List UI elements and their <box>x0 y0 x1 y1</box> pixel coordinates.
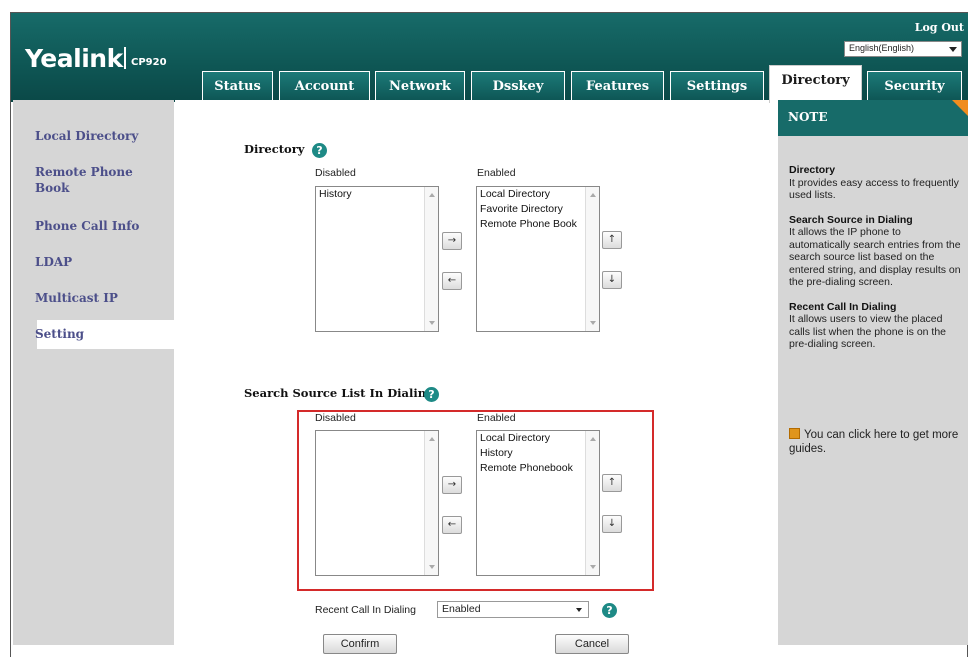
list-item[interactable]: History <box>477 446 583 461</box>
yealink-logo: Yealink <box>25 44 123 73</box>
logout-link[interactable]: Log Out <box>915 21 964 34</box>
tab-account[interactable]: Account <box>279 71 370 101</box>
directory-title: Directory <box>244 142 305 156</box>
scroll-up-icon <box>429 193 435 197</box>
guide-text: You can click here to get more guides. <box>789 429 959 455</box>
recent-call-select[interactable]: Enabled <box>437 601 589 618</box>
list-item[interactable]: History <box>316 187 422 202</box>
logo-separator <box>124 47 126 69</box>
main-content: Directory ? Disabled Enabled History → ←… <box>175 100 769 654</box>
scroll-up-icon <box>429 437 435 441</box>
note-body: Directory It provides easy access to fre… <box>789 164 961 363</box>
tab-security[interactable]: Security <box>867 71 962 101</box>
confirm-button[interactable]: Confirm <box>323 634 397 654</box>
scroll-down-icon <box>590 565 596 569</box>
help-icon[interactable]: ? <box>424 387 439 402</box>
note-panel: NOTE Directory It provides easy access t… <box>778 100 968 645</box>
directory-enabled-label: Enabled <box>477 167 516 179</box>
tab-directory[interactable]: Directory <box>769 65 862 103</box>
scrollbar[interactable] <box>424 431 438 575</box>
note-section-title: Directory <box>789 164 836 176</box>
directory-disabled-label: Disabled <box>315 167 356 179</box>
sidebar: Local Directory Remote Phone Book Phone … <box>13 100 188 645</box>
sidebar-item-ldap[interactable]: LDAP <box>35 254 72 270</box>
note-section-text: It provides easy access to frequently us… <box>789 176 959 202</box>
scroll-up-icon <box>590 437 596 441</box>
note-section-title: Search Source in Dialing <box>789 213 913 226</box>
sidebar-item-multicast-ip[interactable]: Multicast IP <box>35 290 118 306</box>
scroll-down-icon <box>429 321 435 325</box>
recent-call-value: Enabled <box>442 603 481 615</box>
scroll-down-icon <box>429 565 435 569</box>
move-down-button[interactable]: ↓ <box>602 515 622 533</box>
sidebar-item-remote-phone-book[interactable]: Remote Phone Book <box>35 164 155 196</box>
move-right-button[interactable]: → <box>442 476 462 494</box>
tab-network[interactable]: Network <box>375 71 465 101</box>
move-left-button[interactable]: ← <box>442 272 462 290</box>
note-section-text: It allows the IP phone to automatically … <box>789 226 961 288</box>
note-section-text: It allows users to view the placed calls… <box>789 313 947 350</box>
directory-enabled-list[interactable]: Local Directory Favorite Directory Remot… <box>476 186 600 332</box>
sidebar-item-local-directory[interactable]: Local Directory <box>35 128 138 144</box>
note-corner <box>952 100 968 116</box>
scroll-up-icon <box>590 193 596 197</box>
guide-link[interactable]: You can click here to get more guides. <box>789 428 961 456</box>
list-item[interactable]: Remote Phone Book <box>477 217 583 232</box>
note-section: Search Source in Dialing It allows the I… <box>789 214 961 289</box>
move-right-button[interactable]: → <box>442 232 462 250</box>
scroll-down-icon <box>590 321 596 325</box>
recent-call-label: Recent Call In Dialing <box>315 604 416 616</box>
scrollbar[interactable] <box>585 187 599 331</box>
list-item[interactable]: Local Directory <box>477 431 583 446</box>
move-left-button[interactable]: ← <box>442 516 462 534</box>
list-item[interactable]: Local Directory <box>477 187 583 202</box>
search-enabled-list[interactable]: Local Directory History Remote Phonebook <box>476 430 600 576</box>
language-select[interactable]: English(English) <box>844 41 962 57</box>
directory-disabled-list[interactable]: History <box>315 186 439 332</box>
help-icon[interactable]: ? <box>312 143 327 158</box>
note-section-title: Recent Call In Dialing <box>789 300 897 313</box>
search-disabled-label: Disabled <box>315 412 356 424</box>
model-label: CP920 <box>131 57 167 68</box>
scrollbar[interactable] <box>585 431 599 575</box>
language-value: English(English) <box>849 43 915 53</box>
sidebar-item-setting[interactable]: Setting <box>35 326 84 342</box>
note-title: NOTE <box>778 100 968 136</box>
move-down-button[interactable]: ↓ <box>602 271 622 289</box>
cancel-button[interactable]: Cancel <box>555 634 629 654</box>
search-enabled-label: Enabled <box>477 412 516 424</box>
tab-dsskey[interactable]: Dsskey <box>471 71 565 101</box>
move-up-button[interactable]: ↑ <box>602 231 622 249</box>
chevron-down-icon <box>576 608 582 612</box>
chevron-down-icon <box>949 47 957 52</box>
tab-settings[interactable]: Settings <box>670 71 764 101</box>
sidebar-item-phone-call-info[interactable]: Phone Call Info <box>35 218 139 234</box>
list-item[interactable]: Remote Phonebook <box>477 461 583 476</box>
search-disabled-list[interactable] <box>315 430 439 576</box>
help-icon[interactable]: ? <box>602 603 617 618</box>
search-source-title: Search Source List In Dialing <box>244 386 435 400</box>
header: Yealink CP920 Log Out English(English) S… <box>11 13 968 103</box>
move-up-button[interactable]: ↑ <box>602 474 622 492</box>
main-tabs: Status Account Network Dsskey Features S… <box>11 65 968 103</box>
note-section: Directory It provides easy access to fre… <box>789 164 961 202</box>
tab-status[interactable]: Status <box>202 71 273 101</box>
tab-features[interactable]: Features <box>571 71 664 101</box>
note-section: Recent Call In Dialing It allows users t… <box>789 301 961 351</box>
scrollbar[interactable] <box>424 187 438 331</box>
guide-book-icon <box>789 428 800 439</box>
list-item[interactable]: Favorite Directory <box>477 202 583 217</box>
